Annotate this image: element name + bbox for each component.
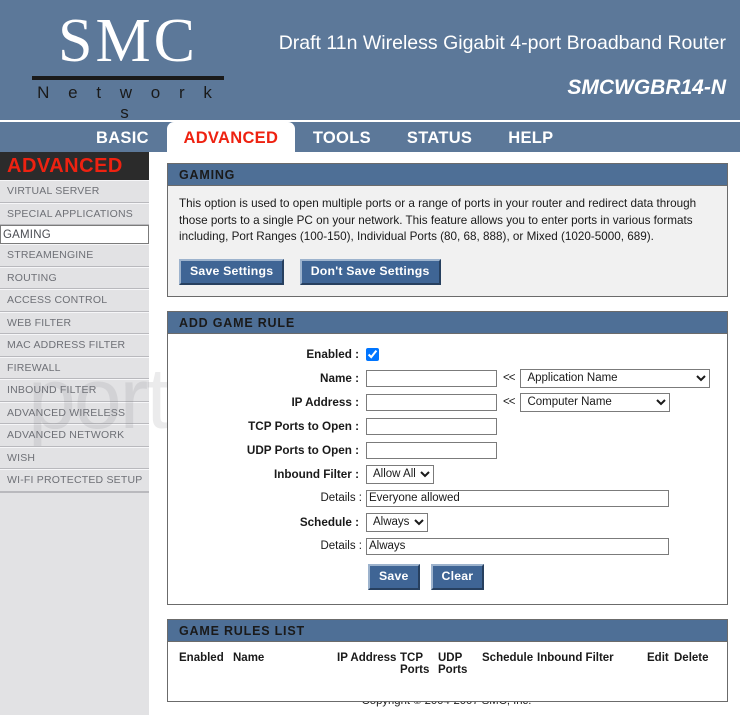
gaming-description: This option is used to open multiple por… [179, 197, 697, 243]
gaming-panel: GAMING This option is used to open multi… [167, 163, 728, 297]
clear-rule-button[interactable]: Clear [430, 563, 485, 590]
schedule-details-input [366, 537, 669, 555]
col-delete: Delete [674, 651, 709, 664]
row-enabled: Enabled : [179, 344, 716, 365]
schedule-details-label: Details : [320, 540, 362, 552]
inbound-filter-select[interactable]: Allow All [366, 464, 434, 484]
sidebar-item-web-filter[interactable]: WEB FILTER [0, 311, 149, 334]
schedule-label: Schedule : [299, 515, 359, 529]
page-banner: SMC N e t w o r k s Draft 11n Wireless G… [0, 0, 740, 120]
gaming-panel-title: GAMING [168, 164, 727, 186]
nav-items: BASIC ADVANCED TOOLS STATUS HELP [78, 122, 571, 154]
col-inbound-filter: Inbound Filter [537, 651, 614, 664]
ip-address-input[interactable] [366, 393, 497, 411]
add-game-rule-body: Enabled : Name : << Application Name IP … [168, 333, 727, 604]
enabled-checkbox[interactable] [366, 347, 379, 361]
tcp-ports-label: TCP Ports to Open : [248, 419, 359, 433]
inbound-filter-label: Inbound Filter : [273, 467, 359, 481]
col-edit: Edit [647, 651, 669, 664]
row-tcp-ports: TCP Ports to Open : [179, 416, 716, 437]
row-schedule-details: Details : [179, 536, 716, 557]
router-admin-page: SMC N e t w o r k s Draft 11n Wireless G… [0, 0, 740, 715]
tab-help[interactable]: HELP [490, 122, 571, 154]
main-navigation-bar: BASIC ADVANCED TOOLS STATUS HELP [0, 120, 740, 154]
sidebar-item-wifi-protected-setup[interactable]: WI-FI PROTECTED SETUP [0, 469, 149, 492]
product-title: Draft 11n Wireless Gigabit 4-port Broadb… [278, 32, 726, 54]
computer-name-select[interactable]: Computer Name [520, 392, 671, 412]
row-form-actions: Save Clear [179, 563, 716, 590]
add-game-rule-panel: ADD GAME RULE Enabled : Name : << Applic… [167, 310, 728, 605]
row-ip-address: IP Address : << Computer Name [179, 392, 716, 413]
sidebar-item-mac-address-filter[interactable]: MAC ADDRESS FILTER [0, 334, 149, 357]
udp-ports-label: UDP Ports to Open : [246, 443, 359, 457]
sidebar-item-inbound-filter[interactable]: INBOUND FILTER [0, 379, 149, 402]
sidebar-item-gaming[interactable]: GAMING [0, 225, 149, 244]
col-schedule: Schedule [482, 651, 534, 664]
udp-ports-input[interactable] [366, 441, 497, 459]
sidebar-header: ADVANCED [0, 152, 149, 180]
sidebar-item-advanced-wireless[interactable]: ADVANCED WIRELESS [0, 401, 149, 424]
save-rule-button[interactable]: Save [368, 563, 420, 590]
tcp-ports-input[interactable] [366, 417, 497, 435]
sidebar-item-virtual-server[interactable]: VIRTUAL SERVER [0, 180, 149, 203]
product-model: SMCWGBR14-N [567, 76, 726, 99]
smc-logo: SMC N e t w o r k s [28, 8, 228, 120]
game-rules-table-head: Enabled Name IP Address TCP Ports UDP Po… [179, 652, 716, 690]
schedule-select[interactable]: Always [366, 512, 428, 532]
inbound-details-label: Details : [320, 492, 362, 504]
sidebar-item-routing[interactable]: ROUTING [0, 266, 149, 289]
name-input[interactable] [366, 369, 497, 387]
game-rules-header-row: Enabled Name IP Address TCP Ports UDP Po… [179, 652, 716, 690]
logo-smc-text: SMC [58, 7, 198, 75]
col-udp-ports: UDP Ports [438, 651, 468, 676]
sidebar-item-wish[interactable]: WISH [0, 446, 149, 469]
application-name-select[interactable]: Application Name [520, 368, 711, 388]
game-rules-list-title: GAME RULES LIST [168, 619, 727, 642]
tab-tools[interactable]: TOOLS [295, 122, 389, 154]
logo-networks-text: N e t w o r k s [37, 83, 219, 120]
tab-basic[interactable]: BASIC [78, 122, 167, 154]
sidebar-item-access-control[interactable]: ACCESS CONTROL [0, 289, 149, 312]
sidebar-item-firewall[interactable]: FIREWALL [0, 356, 149, 379]
col-ip-address: IP Address [337, 651, 397, 664]
tab-status[interactable]: STATUS [389, 122, 490, 154]
save-settings-button[interactable]: Save Settings [179, 258, 285, 285]
sidebar-item-special-applications[interactable]: SPECIAL APPLICATIONS [0, 202, 149, 225]
add-game-rule-title: ADD GAME RULE [168, 311, 727, 334]
sidebar-filler [0, 491, 149, 692]
logo-divider-rule [32, 76, 224, 80]
name-label: Name : [320, 371, 359, 385]
row-inbound-details: Details : [179, 488, 716, 509]
inbound-details-input [366, 489, 669, 507]
sidebar: ADVANCED VIRTUAL SERVER SPECIAL APPLICAT… [0, 152, 151, 715]
gaming-panel-body: This option is used to open multiple por… [168, 186, 727, 296]
game-rules-table: Enabled Name IP Address TCP Ports UDP Po… [179, 652, 716, 690]
page-content: portforward ADVANCED VIRTUAL SERVER SPEC… [0, 152, 740, 715]
sidebar-menu: VIRTUAL SERVER SPECIAL APPLICATIONS GAMI… [0, 180, 149, 492]
row-name: Name : << Application Name [179, 368, 716, 389]
name-arrows-icon: << [503, 372, 515, 384]
row-schedule: Schedule : Always [179, 512, 716, 533]
ip-arrows-icon: << [503, 396, 515, 408]
col-enabled: Enabled [179, 651, 224, 664]
enabled-label: Enabled : [306, 347, 359, 361]
game-rules-list-body: Enabled Name IP Address TCP Ports UDP Po… [168, 641, 727, 701]
row-udp-ports: UDP Ports to Open : [179, 440, 716, 461]
sidebar-item-streamengine[interactable]: STREAMENGINE [0, 244, 149, 267]
row-inbound-filter: Inbound Filter : Allow All [179, 464, 716, 485]
game-rules-list-panel: GAME RULES LIST Enabled Name IP Address … [167, 618, 728, 702]
dont-save-settings-button[interactable]: Don't Save Settings [299, 258, 441, 285]
col-name: Name [233, 651, 265, 664]
main-content: GAMING This option is used to open multi… [153, 152, 740, 715]
ip-address-label: IP Address : [291, 395, 359, 409]
col-tcp-ports: TCP Ports [400, 651, 430, 676]
tab-advanced[interactable]: ADVANCED [166, 122, 295, 154]
sidebar-item-advanced-network[interactable]: ADVANCED NETWORK [0, 424, 149, 447]
